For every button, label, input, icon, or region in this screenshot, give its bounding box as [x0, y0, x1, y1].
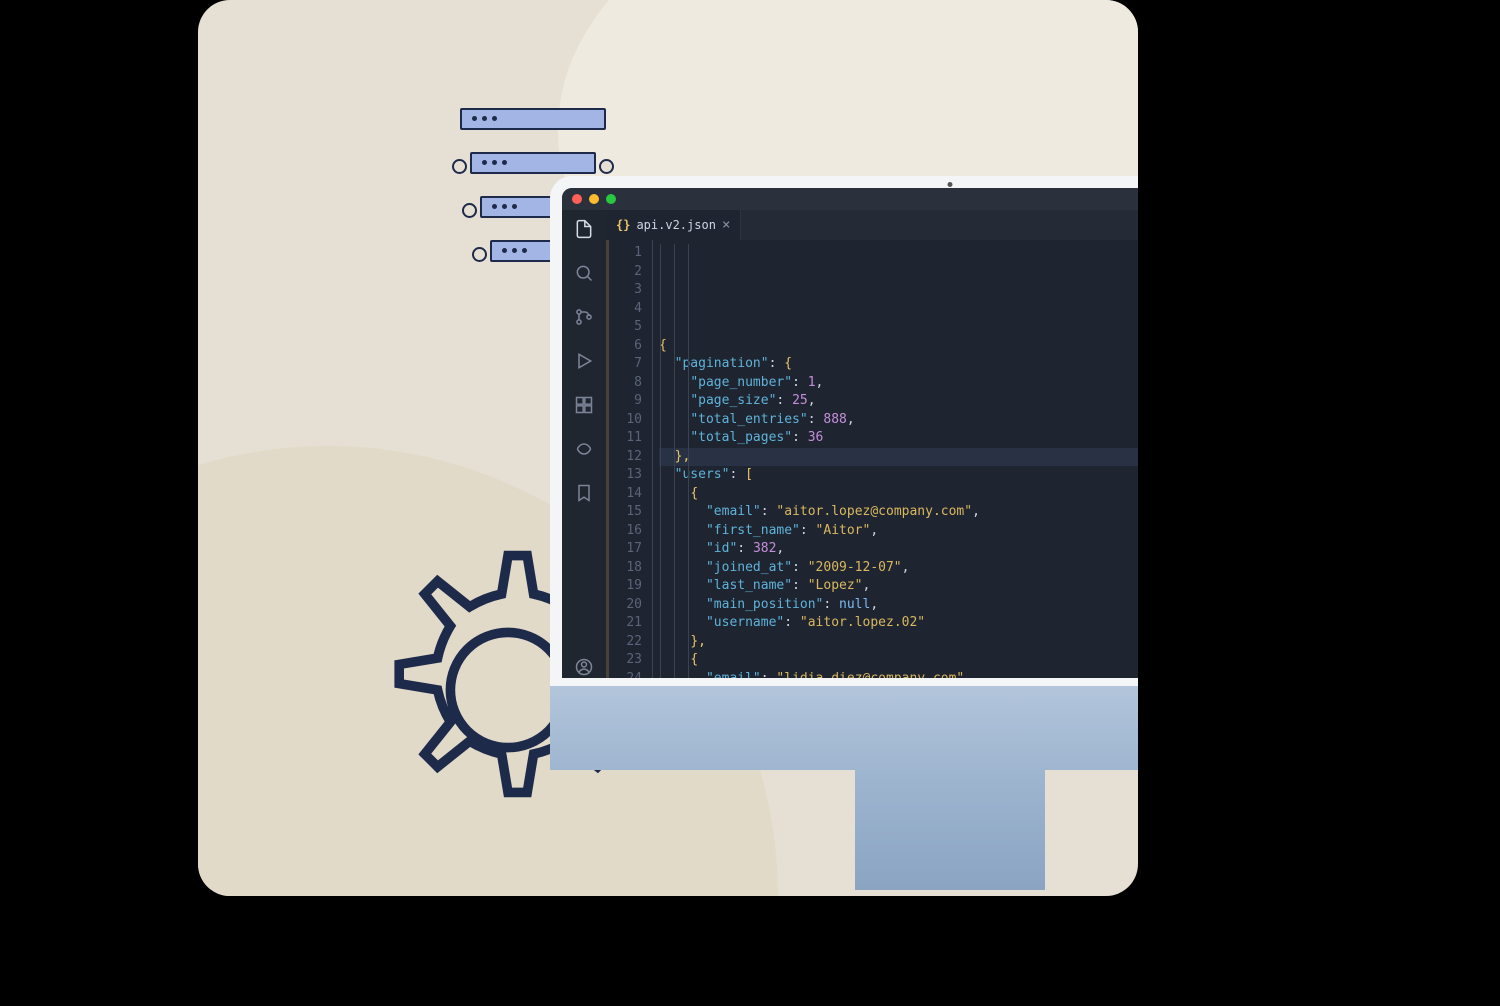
server-rack-bar: [470, 152, 596, 174]
line-number[interactable]: 23: [609, 651, 642, 670]
line-number[interactable]: 13: [609, 466, 642, 485]
monitor-chin: [550, 686, 1138, 770]
server-rack-bar: [460, 108, 606, 130]
search-icon[interactable]: [573, 262, 595, 284]
line-number[interactable]: 6: [609, 337, 642, 356]
line-number[interactable]: 14: [609, 485, 642, 504]
line-number[interactable]: 18: [609, 559, 642, 578]
line-number[interactable]: 16: [609, 522, 642, 541]
code-line[interactable]: },: [659, 633, 1138, 652]
tab-api-v2-json[interactable]: {} api.v2.json ×: [606, 210, 741, 240]
code-editor: api.v2.json: [562, 188, 1138, 678]
line-number[interactable]: 22: [609, 633, 642, 652]
code-line[interactable]: {: [659, 337, 1138, 356]
code-line[interactable]: "total_entries": 888,: [659, 411, 1138, 430]
line-number[interactable]: 9: [609, 392, 642, 411]
line-number[interactable]: 15: [609, 503, 642, 522]
line-number[interactable]: 2: [609, 263, 642, 282]
code-line[interactable]: "page_number": 1,: [659, 374, 1138, 393]
camera-icon: [948, 182, 953, 187]
activity-bar: [562, 210, 606, 678]
line-number[interactable]: 5: [609, 318, 642, 337]
source-control-icon[interactable]: [573, 306, 595, 328]
code-line[interactable]: "total_pages": 36: [659, 429, 1138, 448]
line-number[interactable]: 7: [609, 355, 642, 374]
code-line[interactable]: "joined_at": "2009-12-07",: [659, 559, 1138, 578]
code-line[interactable]: "pagination": {: [659, 355, 1138, 374]
line-number[interactable]: 17: [609, 540, 642, 559]
illustration-card: api.v2.json: [198, 0, 1138, 896]
editor-tabs: {} api.v2.json ×: [606, 210, 1138, 240]
line-number-gutter[interactable]: 123456789101112131415161718192021222324: [606, 240, 652, 678]
extensions-icon[interactable]: [573, 394, 595, 416]
close-window-icon[interactable]: [572, 194, 582, 204]
line-number[interactable]: 8: [609, 374, 642, 393]
code-line[interactable]: },: [659, 448, 1138, 467]
live-share-icon[interactable]: [573, 438, 595, 460]
account-icon[interactable]: [573, 656, 595, 678]
line-number[interactable]: 11: [609, 429, 642, 448]
window-controls: [572, 194, 616, 204]
line-number[interactable]: 1: [609, 244, 642, 263]
line-number[interactable]: 12: [609, 448, 642, 467]
code-line[interactable]: "main_position": null,: [659, 596, 1138, 615]
explorer-icon[interactable]: [573, 218, 595, 240]
line-number[interactable]: 19: [609, 577, 642, 596]
close-icon[interactable]: ×: [722, 218, 730, 232]
json-file-icon: {}: [616, 218, 630, 232]
line-number[interactable]: 21: [609, 614, 642, 633]
line-number[interactable]: 20: [609, 596, 642, 615]
code-line[interactable]: "first_name": "Aitor",: [659, 522, 1138, 541]
code-line[interactable]: "page_size": 25,: [659, 392, 1138, 411]
bookmarks-icon[interactable]: [573, 482, 595, 504]
line-number[interactable]: 4: [609, 300, 642, 319]
line-number[interactable]: 3: [609, 281, 642, 300]
code-area[interactable]: { "pagination": { "page_number": 1, "pag…: [652, 240, 1138, 678]
minimize-window-icon[interactable]: [589, 194, 599, 204]
line-number[interactable]: 24: [609, 670, 642, 679]
monitor-stand: [855, 770, 1045, 890]
code-line[interactable]: "id": 382,: [659, 540, 1138, 559]
code-line[interactable]: "email": "lidia.diez@company.com",: [659, 670, 1138, 679]
code-line[interactable]: "email": "aitor.lopez@company.com",: [659, 503, 1138, 522]
code-line[interactable]: "username": "aitor.lopez.02": [659, 614, 1138, 633]
run-debug-icon[interactable]: [573, 350, 595, 372]
code-line[interactable]: "last_name": "Lopez",: [659, 577, 1138, 596]
fullscreen-window-icon[interactable]: [606, 194, 616, 204]
monitor-bezel: api.v2.json: [550, 176, 1138, 686]
code-line[interactable]: "users": [: [659, 466, 1138, 485]
tab-label: api.v2.json: [636, 218, 715, 232]
editor-titlebar[interactable]: api.v2.json: [562, 188, 1138, 210]
code-line[interactable]: {: [659, 651, 1138, 670]
line-number[interactable]: 10: [609, 411, 642, 430]
code-line[interactable]: {: [659, 485, 1138, 504]
imac-monitor: api.v2.json: [550, 176, 1138, 776]
